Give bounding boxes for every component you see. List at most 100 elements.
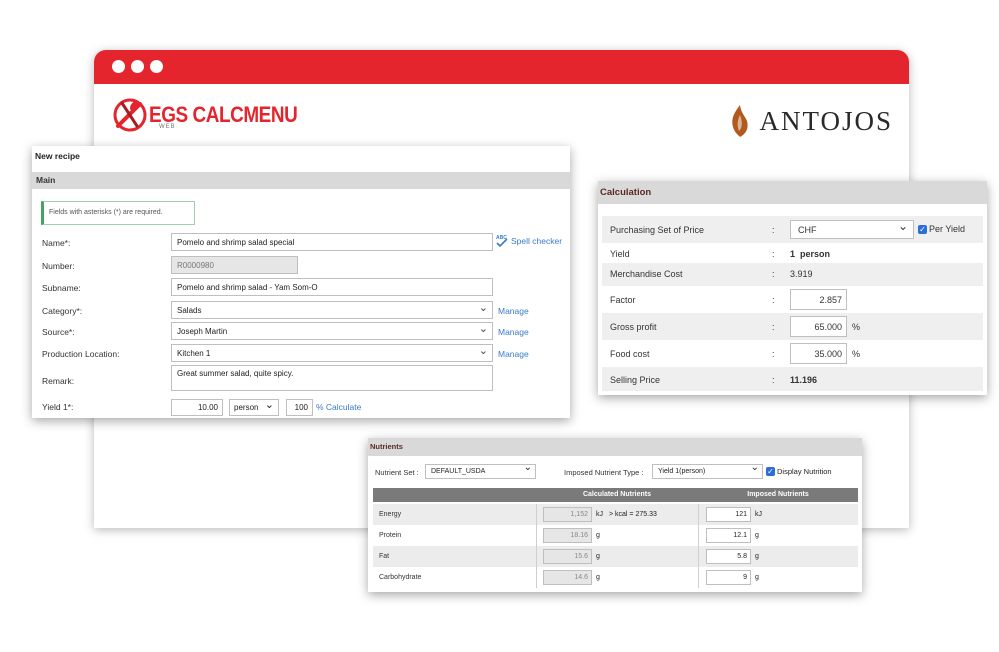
imposed-input[interactable]: 9: [706, 570, 751, 585]
divider: [536, 504, 537, 525]
colon: :: [772, 225, 775, 235]
name-label: Name*:: [42, 238, 71, 248]
nutrient-name: Fat: [379, 553, 390, 560]
required-fields-note: Fields with asterisks (*) are required.: [41, 201, 195, 225]
purchasing-set-label: Purchasing Set of Price: [610, 225, 705, 235]
calculated-value: 14.6: [543, 570, 592, 585]
merchandise-cost-value: 3.919: [790, 269, 813, 279]
imposed-input[interactable]: 5.8: [706, 549, 751, 564]
colon: :: [772, 249, 775, 259]
imposed-type-select[interactable]: Yield 1(person): [652, 462, 763, 479]
purchasing-set-select[interactable]: CHF: [790, 219, 914, 239]
production-location-select[interactable]: Kitchen 1: [171, 344, 493, 362]
subname-label: Subname:: [42, 283, 81, 293]
source-select[interactable]: Joseph Martin: [171, 322, 493, 340]
yield-row-value: 1 person: [790, 249, 831, 259]
colon: :: [772, 269, 775, 279]
per-yield-checkbox[interactable]: ✓ Per Yield: [918, 224, 965, 234]
section-header-main: Main: [32, 172, 570, 189]
production-location-label: Production Location:: [42, 349, 120, 359]
category-value: Salads: [177, 306, 202, 315]
production-location-value: Kitchen 1: [177, 349, 211, 358]
egs-web-sublabel: WEB: [159, 124, 176, 130]
spell-checker-label: Spell checker: [511, 236, 563, 246]
number-label: Number:: [42, 261, 75, 271]
subname-input[interactable]: Pomelo and shrimp salad - Yam Som-O: [171, 278, 493, 296]
manage-source-link[interactable]: Manage: [498, 327, 529, 337]
antojos-logo: ANTOJOS: [729, 104, 893, 138]
panel-title: New recipe: [35, 151, 80, 161]
purchasing-set-value: CHF: [798, 225, 817, 235]
remark-textarea[interactable]: Great summer salad, quite spicy.: [171, 365, 493, 391]
table-header-imposed: Imposed Nutrients: [698, 488, 858, 502]
calculated-unit: kJ: [596, 511, 603, 518]
calculate-link[interactable]: % Calculate: [316, 402, 361, 412]
egs-wordmark: EGS CALCMENU: [149, 102, 298, 127]
window-dot[interactable]: [131, 60, 144, 73]
imposed-unit: g: [755, 574, 759, 581]
table-row: Fat 15.6 g 5.8 g: [373, 546, 858, 567]
manage-category-link[interactable]: Manage: [498, 306, 529, 316]
percent-sign: %: [852, 322, 861, 332]
divider: [698, 567, 699, 588]
nutrients-title: Nutrients: [368, 438, 862, 456]
imposed-unit: g: [755, 553, 759, 560]
nutrient-set-select[interactable]: DEFAULT_USDA: [425, 462, 536, 479]
yield-row-label: Yield: [610, 249, 630, 259]
selling-price-row: Selling Price : 11.196: [602, 367, 983, 391]
egs-calcmenu-logo: EGS CALCMENU: [113, 96, 321, 134]
window-dot[interactable]: [112, 60, 125, 73]
new-recipe-panel: New recipe Main Fields with asterisks (*…: [32, 146, 570, 418]
display-nutrition-label: Display Nutrition: [777, 467, 832, 476]
food-cost-input[interactable]: 35.000: [790, 343, 847, 364]
food-cost-label: Food cost: [610, 349, 650, 359]
yield-quantity-input[interactable]: 10.00: [171, 399, 223, 416]
nutrient-name: Energy: [379, 511, 402, 518]
divider: [536, 525, 537, 546]
checkbox-checked-icon: ✓: [918, 224, 927, 234]
nutrients-panel: Nutrients Nutrient Set : DEFAULT_USDA Im…: [368, 438, 862, 592]
calculated-value: 1,152: [543, 507, 592, 522]
calculated-unit: g: [596, 532, 600, 539]
flame-icon: [732, 105, 749, 137]
source-label: Source*:: [42, 327, 75, 337]
table-row: Carbohydrate 14.6 g 9 g: [373, 567, 858, 588]
display-nutrition-checkbox[interactable]: ✓ Display Nutrition: [766, 467, 832, 476]
gross-profit-input[interactable]: 65.000: [790, 316, 847, 337]
category-select[interactable]: Salads: [171, 301, 493, 319]
factor-input[interactable]: 2.857: [790, 289, 847, 310]
remark-label: Remark:: [42, 376, 75, 386]
imposed-unit: g: [755, 532, 759, 539]
calculation-panel: Calculation Purchasing Set of Price : CH…: [598, 181, 987, 395]
calculated-unit: g: [596, 553, 600, 560]
table-header-calculated: Calculated Nutrients: [536, 488, 698, 502]
merchandise-cost-row: Merchandise Cost : 3.919: [602, 263, 983, 286]
manage-production-link[interactable]: Manage: [498, 349, 529, 359]
imposed-input[interactable]: 12.1: [706, 528, 751, 543]
spell-checker-link[interactable]: ABC Spell checker: [496, 234, 562, 248]
calculated-value: 15.6: [543, 549, 592, 564]
window-titlebar: [94, 50, 909, 84]
imposed-type-label: Imposed Nutrient Type :: [564, 468, 644, 477]
food-cost-row: Food cost : 35.000 %: [602, 340, 983, 367]
checkbox-checked-icon: ✓: [766, 467, 775, 476]
imposed-unit: kJ: [755, 511, 762, 518]
yield-unit-select[interactable]: person: [229, 398, 279, 416]
percent-sign: %: [852, 349, 861, 359]
calculated-value: 18.16: [543, 528, 592, 543]
yield-percent-input[interactable]: 100: [286, 399, 313, 416]
divider: [698, 546, 699, 567]
source-value: Joseph Martin: [177, 327, 228, 336]
imposed-type-value: Yield 1(person): [658, 468, 706, 475]
selling-price-value: 11.196: [790, 375, 818, 385]
yield-unit-value: person: [234, 403, 259, 412]
yield-label: Yield 1*:: [42, 402, 74, 412]
selling-price-label: Selling Price: [610, 375, 661, 385]
colon: :: [772, 375, 775, 385]
table-header-blank: [373, 488, 536, 502]
window-controls: [112, 60, 163, 73]
imposed-input[interactable]: 121: [706, 507, 751, 522]
window-dot[interactable]: [150, 60, 163, 73]
merchandise-cost-label: Merchandise Cost: [610, 269, 683, 279]
name-input[interactable]: Pomelo and shrimp salad special: [171, 233, 493, 251]
